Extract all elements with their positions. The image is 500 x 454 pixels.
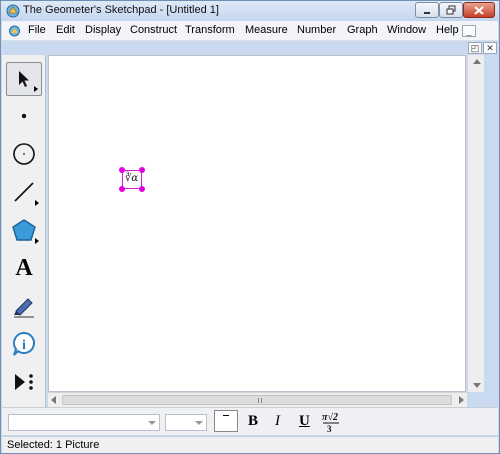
compass-tool[interactable]: [6, 137, 42, 171]
marker-tool[interactable]: [6, 289, 42, 323]
font-family-select[interactable]: [8, 414, 160, 431]
minimize-button[interactable]: [415, 2, 439, 18]
toolbox: A i: [2, 55, 46, 407]
vertical-scrollbar[interactable]: [467, 55, 484, 392]
point-tool[interactable]: [6, 99, 42, 133]
tool-options-indicator: [35, 238, 39, 244]
menu-edit[interactable]: Edit: [56, 24, 75, 36]
selection-handle[interactable]: [139, 167, 145, 173]
line-segment-icon: [14, 182, 34, 202]
chevron-down-icon: [148, 421, 156, 425]
minimize-icon: [424, 12, 430, 14]
document-icon[interactable]: [8, 25, 21, 37]
pentagon-icon: [12, 219, 36, 241]
horizontal-scrollbar[interactable]: [48, 392, 467, 407]
math-format-denominator: 3: [327, 424, 332, 433]
mdi-minimize-button[interactable]: _: [462, 25, 476, 37]
font-size-select[interactable]: [165, 414, 207, 431]
arrow-tool[interactable]: [6, 62, 42, 96]
straightedge-tool[interactable]: [6, 175, 42, 209]
arrow-pointer-icon: [19, 71, 29, 87]
selected-picture[interactable]: ∛α: [119, 167, 145, 192]
grip-icon: [258, 398, 262, 403]
mdi-restore-button[interactable]: ◰: [468, 42, 482, 54]
window-title: The Geometer's Sketchpad - [Untitled 1]: [23, 4, 219, 16]
text-tool[interactable]: A: [6, 251, 42, 285]
maximize-button[interactable]: [439, 2, 463, 18]
menu-number[interactable]: Number: [297, 24, 336, 36]
polygon-tool[interactable]: [6, 213, 42, 247]
text-a-icon: A: [15, 255, 33, 281]
menu-construct[interactable]: Construct: [130, 24, 177, 36]
text-format-bar: B I U π√2 3: [2, 407, 498, 435]
scroll-left-arrow-icon[interactable]: [51, 396, 56, 404]
app-window: The Geometer's Sketchpad - [Untitled 1] …: [0, 0, 500, 454]
horizontal-scroll-thumb[interactable]: [62, 395, 452, 405]
menu-measure[interactable]: Measure: [245, 24, 288, 36]
close-icon: [474, 6, 484, 15]
info-icon: i: [13, 331, 35, 356]
scroll-down-arrow-icon[interactable]: [473, 383, 481, 388]
italic-button[interactable]: I: [275, 413, 280, 430]
selection-handle[interactable]: [119, 167, 125, 173]
svg-text:π√2: π√2: [322, 412, 338, 423]
information-tool[interactable]: i: [6, 327, 42, 361]
text-color-button[interactable]: [214, 410, 238, 432]
chevron-down-icon: [195, 421, 203, 425]
selection-handle[interactable]: [139, 186, 145, 192]
point-icon: [21, 113, 27, 119]
scroll-up-arrow-icon[interactable]: [473, 59, 481, 64]
restore-icon: [446, 5, 456, 15]
selection-handle[interactable]: [119, 186, 125, 192]
bold-button[interactable]: B: [248, 413, 258, 430]
picture-glyph: ∛α: [125, 173, 139, 184]
menu-window[interactable]: Window: [387, 24, 426, 36]
status-bar: Selected: 1 Picture: [2, 436, 498, 453]
math-format-icon[interactable]: π√2 3: [320, 411, 342, 433]
color-swatch-icon: [223, 415, 229, 416]
menu-display[interactable]: Display: [85, 24, 121, 36]
title-bar: The Geometer's Sketchpad - [Untitled 1]: [1, 1, 499, 21]
mdi-close-button[interactable]: ✕: [483, 42, 497, 54]
menu-graph[interactable]: Graph: [347, 24, 378, 36]
close-button[interactable]: [463, 2, 495, 18]
tool-options-indicator: [34, 86, 38, 92]
marker-pen-icon: [14, 298, 34, 318]
info-glyph: i: [22, 338, 26, 353]
status-text: Selected: 1 Picture: [7, 439, 100, 451]
scroll-right-arrow-icon[interactable]: [459, 396, 464, 404]
circle-icon: [13, 143, 35, 165]
tool-options-indicator: [35, 200, 39, 206]
sketch-canvas[interactable]: ∛α: [48, 55, 466, 392]
play-more-icon: [15, 374, 33, 390]
custom-tool[interactable]: [6, 365, 42, 399]
underline-button[interactable]: U: [299, 413, 310, 430]
menu-help[interactable]: Help: [436, 24, 459, 36]
sketchpad-app-icon: [6, 4, 20, 18]
menu-file[interactable]: File: [28, 24, 46, 36]
menu-bar: File Edit Display Construct Transform Me…: [2, 21, 498, 54]
menu-transform[interactable]: Transform: [185, 24, 235, 36]
